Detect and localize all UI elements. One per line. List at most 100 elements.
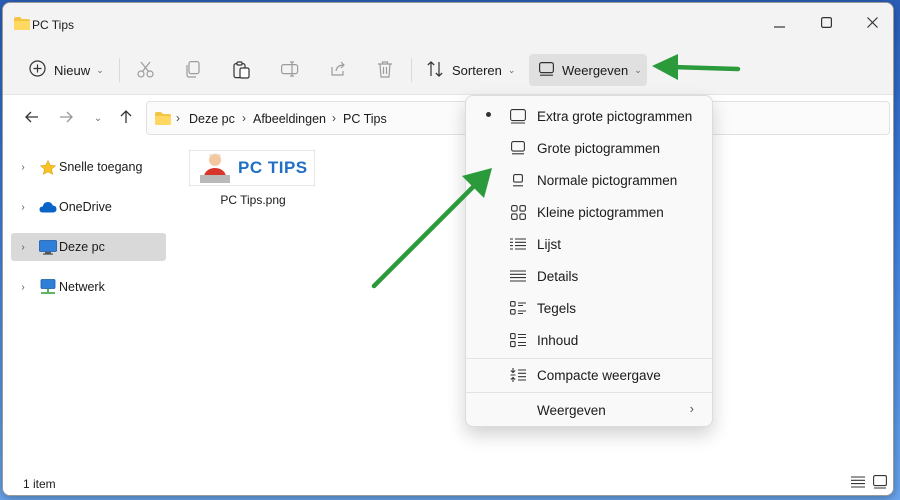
- item-count: 1 item: [23, 477, 56, 491]
- details-icon: [508, 267, 528, 285]
- new-label: Nieuw: [54, 62, 91, 78]
- large-icons-view-icon[interactable]: [873, 475, 887, 492]
- network-icon: [39, 279, 57, 295]
- chevron-right-icon: ›: [332, 111, 336, 125]
- menu-item-label: Details: [537, 269, 579, 284]
- extra-large-icons-icon: [508, 107, 528, 125]
- close-icon: [866, 17, 878, 31]
- menu-item-content[interactable]: Inhoud: [470, 325, 710, 355]
- thumbnail-text: PC TIPS: [238, 158, 308, 177]
- menu-item-small-icons[interactable]: Kleine pictogrammen: [470, 197, 710, 227]
- forward-button[interactable]: [57, 109, 75, 127]
- menu-item-details[interactable]: Details: [470, 261, 710, 291]
- menu-item-large-icons[interactable]: Grote pictogrammen: [470, 133, 710, 163]
- menu-item-view-submenu[interactable]: Weergeven ›: [470, 395, 710, 425]
- view-button[interactable]: Weergeven ⌄: [529, 54, 647, 86]
- paste-icon[interactable]: [233, 61, 250, 82]
- close-button[interactable]: [860, 13, 884, 35]
- arrow-right-icon: [59, 110, 73, 126]
- arrow-up-icon: [120, 109, 132, 127]
- view-menu: Extra grote pictogrammen Grote pictogram…: [465, 95, 713, 427]
- sidebar-item-onedrive[interactable]: › OneDrive: [11, 193, 166, 221]
- minimize-button[interactable]: [767, 13, 791, 35]
- rename-icon[interactable]: [281, 61, 299, 80]
- chevron-right-icon[interactable]: ›: [15, 282, 31, 293]
- status-bar: 1 item: [3, 467, 893, 495]
- explorer-window: PC Tips Nieuw ⌄ Sorteren ⌄ Weergeven ⌄ ⌄…: [2, 2, 894, 496]
- cut-icon[interactable]: [137, 61, 154, 81]
- chevron-right-icon: ›: [176, 111, 180, 125]
- back-button[interactable]: [23, 109, 41, 127]
- details-view-icon[interactable]: [851, 476, 865, 491]
- breadcrumb-this-pc[interactable]: Deze pc: [189, 112, 235, 126]
- separator: [411, 58, 412, 82]
- star-icon: [39, 159, 57, 175]
- file-thumbnail: PC TIPS: [189, 150, 315, 186]
- chevron-right-icon[interactable]: ›: [15, 202, 31, 213]
- separator: [119, 58, 120, 82]
- medium-icons-icon: [508, 171, 528, 189]
- compact-view-icon: [508, 366, 528, 384]
- list-icon: [508, 235, 528, 253]
- title-bar: PC Tips: [3, 3, 893, 45]
- menu-item-compact-view[interactable]: Compacte weergave: [470, 360, 710, 390]
- chevron-right-icon: ›: [242, 111, 246, 125]
- maximize-button[interactable]: [814, 13, 838, 35]
- menu-item-extra-large-icons[interactable]: Extra grote pictogrammen: [470, 101, 710, 131]
- folder-icon: [14, 17, 30, 33]
- menu-item-label: Compacte weergave: [537, 368, 661, 383]
- menu-item-label: Tegels: [537, 301, 577, 316]
- menu-item-medium-icons[interactable]: Normale pictogrammen: [470, 165, 710, 195]
- copy-icon[interactable]: [185, 61, 201, 81]
- menu-item-label: Grote pictogrammen: [537, 141, 661, 156]
- navigation-pane: › Snelle toegang › OneDrive › Deze pc › …: [3, 141, 168, 467]
- sort-button[interactable]: Sorteren ⌄: [421, 54, 519, 86]
- chevron-right-icon[interactable]: ›: [15, 242, 31, 253]
- sort-label: Sorteren: [452, 62, 502, 78]
- folder-icon: [155, 112, 171, 128]
- small-icons-icon: [508, 203, 528, 221]
- menu-item-list[interactable]: Lijst: [470, 229, 710, 259]
- recent-locations-button[interactable]: ⌄: [89, 109, 107, 127]
- sidebar-item-label: Deze pc: [59, 240, 105, 254]
- chevron-right-icon: ›: [689, 401, 694, 416]
- sort-icon: [427, 60, 444, 80]
- chevron-down-icon: ⌄: [507, 64, 516, 75]
- menu-divider: [466, 392, 712, 393]
- menu-item-tiles[interactable]: Tegels: [470, 293, 710, 323]
- large-icons-icon: [508, 139, 528, 157]
- command-bar: Nieuw ⌄ Sorteren ⌄ Weergeven ⌄: [3, 45, 893, 95]
- sidebar-item-quick-access[interactable]: › Snelle toegang: [11, 153, 166, 181]
- menu-item-label: Inhoud: [537, 333, 579, 348]
- chevron-down-icon: ⌄: [634, 64, 642, 75]
- person-icon: [200, 151, 230, 186]
- monitor-icon: [39, 239, 57, 255]
- tiles-icon: [508, 299, 528, 317]
- up-button[interactable]: [117, 109, 135, 127]
- menu-item-label: Extra grote pictogrammen: [537, 109, 693, 124]
- address-row: ⌄ › Deze pc › Afbeeldingen › PC Tips: [3, 95, 893, 141]
- menu-item-label: Kleine pictogrammen: [537, 205, 664, 220]
- sidebar-item-this-pc[interactable]: › Deze pc: [11, 233, 166, 261]
- breadcrumb-pc-tips[interactable]: PC Tips: [343, 112, 387, 126]
- breadcrumb-pictures[interactable]: Afbeeldingen: [253, 112, 326, 126]
- sidebar-item-network[interactable]: › Netwerk: [11, 273, 166, 301]
- file-name: PC Tips.png: [220, 193, 286, 207]
- view-icon: [539, 61, 555, 79]
- window-title: PC Tips: [32, 18, 75, 32]
- chevron-right-icon[interactable]: ›: [15, 162, 31, 173]
- arrow-left-icon: [25, 110, 39, 126]
- content-icon: [508, 331, 528, 349]
- share-icon[interactable]: [329, 61, 346, 80]
- cloud-icon: [39, 199, 57, 215]
- maximize-icon: [820, 17, 832, 31]
- new-button[interactable]: Nieuw ⌄: [23, 54, 109, 86]
- menu-item-label: Normale pictogrammen: [537, 173, 678, 188]
- menu-divider: [466, 358, 712, 359]
- view-label: Weergeven: [562, 62, 629, 78]
- sidebar-item-label: Netwerk: [59, 280, 105, 294]
- delete-icon[interactable]: [377, 61, 393, 81]
- sidebar-item-label: OneDrive: [59, 200, 112, 214]
- file-item[interactable]: PC TIPS PC Tips.png: [189, 150, 317, 207]
- chevron-down-icon: ⌄: [93, 112, 103, 124]
